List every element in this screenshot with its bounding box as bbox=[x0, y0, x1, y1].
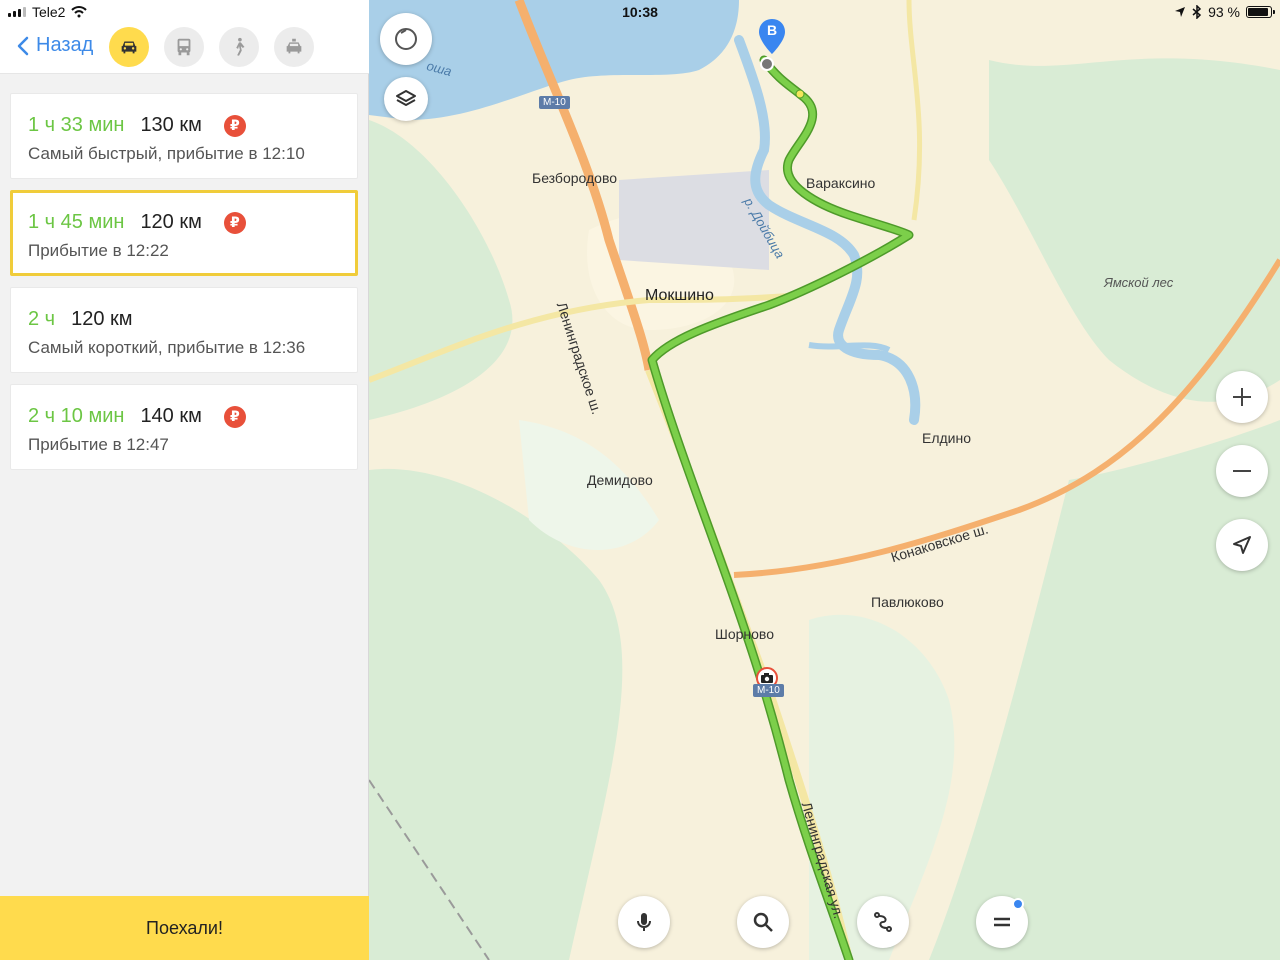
status-right: 93 % bbox=[1174, 4, 1275, 20]
route-option-4[interactable]: 2 ч 10 мин 140 км ₽ Прибытие в 12:47 bbox=[10, 384, 358, 470]
route-distance: 120 км bbox=[140, 211, 202, 233]
clock: 10:38 bbox=[622, 4, 658, 20]
place-label: Елдино bbox=[922, 430, 972, 446]
route-time: 2 ч bbox=[28, 308, 56, 330]
my-location-button[interactable] bbox=[1216, 519, 1268, 571]
place-label: Мокшино bbox=[645, 287, 714, 304]
chevron-left-icon bbox=[17, 36, 29, 55]
compass-icon bbox=[395, 28, 417, 50]
microphone-icon bbox=[637, 913, 651, 931]
status-left: Tele2 bbox=[8, 4, 88, 20]
signal-icon bbox=[8, 7, 26, 17]
toll-road-icon: ₽ bbox=[223, 114, 246, 137]
carrier-name: Tele2 bbox=[32, 4, 66, 20]
battery-percentage: 93 % bbox=[1208, 4, 1240, 20]
destination-marker[interactable]: B bbox=[757, 18, 787, 61]
place-label: Вараксино bbox=[806, 175, 876, 191]
search-icon bbox=[753, 912, 773, 932]
road-shield-m10: М-10 bbox=[539, 96, 570, 109]
route-distance: 130 км bbox=[140, 114, 202, 136]
toll-road-icon: ₽ bbox=[223, 211, 246, 234]
route-description: Самый быстрый, прибытие в 12:10 bbox=[28, 144, 305, 163]
taxi-icon bbox=[286, 38, 302, 54]
destination-letter: B bbox=[766, 22, 778, 38]
route-distance: 140 км bbox=[140, 405, 202, 427]
route-time: 1 ч 33 мин bbox=[28, 114, 125, 136]
route-summary: 2 ч 120 км bbox=[28, 308, 155, 331]
bus-icon bbox=[177, 38, 191, 56]
route-distance: 120 км bbox=[71, 308, 133, 330]
car-icon bbox=[121, 41, 137, 54]
route-time: 1 ч 45 мин bbox=[28, 211, 125, 233]
place-label: Шорново bbox=[715, 626, 774, 642]
back-label: Назад bbox=[36, 34, 94, 56]
zoom-out-button[interactable] bbox=[1216, 445, 1268, 497]
menu-icon bbox=[994, 917, 1010, 927]
place-label: Павлюково bbox=[871, 594, 944, 610]
car-mode-button[interactable] bbox=[109, 27, 149, 67]
camera-icon bbox=[761, 673, 773, 683]
route-time: 2 ч 10 мин bbox=[28, 405, 125, 427]
route-panel: Назад 1 ч 33 мин 130 км ₽ Самый быстрый,… bbox=[0, 0, 369, 960]
route-option-1[interactable]: 1 ч 33 мин 130 км ₽ Самый быстрый, прибы… bbox=[10, 93, 358, 179]
taxi-mode-button[interactable] bbox=[274, 27, 314, 67]
road-shield-m10: М-10 bbox=[753, 684, 784, 697]
route-description: Самый короткий, прибытие в 12:36 bbox=[28, 338, 306, 357]
bus-mode-button[interactable] bbox=[164, 27, 204, 67]
route-button[interactable] bbox=[857, 896, 909, 948]
go-button[interactable]: Поехали! bbox=[0, 896, 369, 960]
layers-button[interactable] bbox=[384, 77, 428, 121]
route-summary: 2 ч 10 мин 140 км ₽ bbox=[28, 405, 246, 428]
route-description: Прибытие в 12:47 bbox=[28, 435, 169, 454]
voice-search-button[interactable] bbox=[618, 896, 670, 948]
bluetooth-icon bbox=[1192, 5, 1202, 19]
zoom-out-icon bbox=[1233, 470, 1251, 472]
menu-button[interactable] bbox=[976, 896, 1028, 948]
route-summary: 1 ч 45 мин 120 км ₽ bbox=[28, 211, 246, 234]
place-label: Ямской лес bbox=[1104, 275, 1174, 290]
status-bar: Tele2 10:38 93 % bbox=[0, 0, 1280, 24]
battery-icon bbox=[1246, 6, 1275, 18]
wifi-icon bbox=[71, 6, 88, 18]
place-label: Безбородово bbox=[532, 170, 618, 186]
map-view[interactable]: B М-10 М-10 Безбородово Вараксино Мокшин… bbox=[369, 0, 1280, 960]
route-option-2[interactable]: 1 ч 45 мин 120 км ₽ Прибытие в 12:22 bbox=[10, 190, 358, 276]
zoom-in-button[interactable] bbox=[1216, 371, 1268, 423]
place-label: Демидово bbox=[587, 472, 653, 488]
location-services-icon bbox=[1175, 7, 1186, 17]
layers-icon bbox=[396, 90, 416, 106]
route-summary: 1 ч 33 мин 130 км ₽ bbox=[28, 114, 246, 137]
route-option-3[interactable]: 2 ч 120 км Самый короткий, прибытие в 12… bbox=[10, 287, 358, 373]
route-description: Прибытие в 12:22 bbox=[28, 241, 169, 260]
walk-mode-button[interactable] bbox=[219, 27, 259, 67]
location-arrow-icon bbox=[1233, 536, 1251, 554]
search-button[interactable] bbox=[737, 896, 789, 948]
back-button[interactable]: Назад bbox=[16, 34, 93, 57]
walk-icon bbox=[236, 37, 245, 56]
notification-dot bbox=[1012, 898, 1024, 910]
zoom-in-icon bbox=[1233, 388, 1251, 406]
map-canvas bbox=[369, 0, 1280, 960]
toll-road-icon: ₽ bbox=[223, 405, 246, 428]
route-icon bbox=[874, 912, 892, 932]
